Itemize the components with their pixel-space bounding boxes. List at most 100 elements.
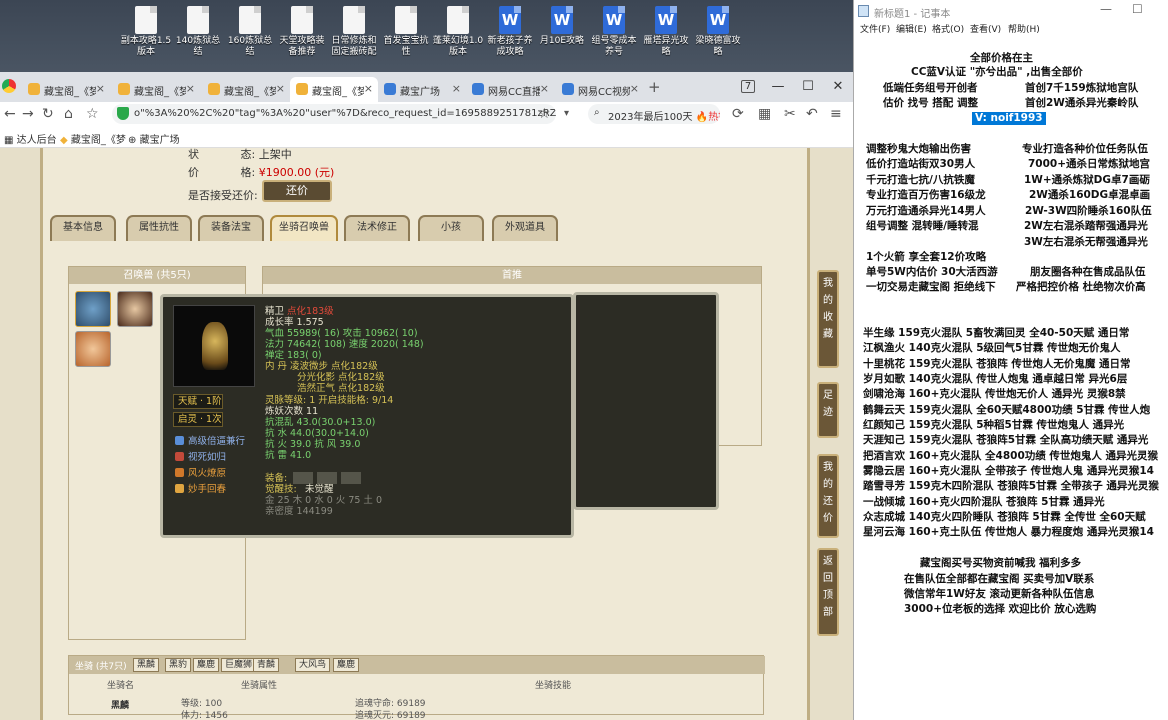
close-window-button[interactable]: ✕ — [823, 72, 853, 102]
notepad-line: 首创2W通杀异光秦岭队 — [1025, 97, 1139, 109]
mount-tab[interactable]: 巨魔狮 — [221, 658, 257, 672]
mount-tab[interactable]: 黑豹 — [165, 658, 192, 672]
desktop-icon[interactable]: 160炼狱总结 — [224, 6, 276, 58]
pet-skill[interactable]: 视死如归 — [175, 449, 226, 463]
equip-slot-2[interactable] — [317, 472, 337, 484]
dropdown-icon[interactable]: ▾ — [564, 108, 569, 119]
desktop-icon[interactable]: W 梁晓德富攻略 — [692, 6, 744, 58]
pet-resist-2: 抗 水 44.0(30.0+14.0) — [265, 428, 369, 439]
browser-tab[interactable]: 藏宝阁_《梦 × — [290, 77, 378, 102]
notepad-minimize-button[interactable]: — — [1100, 2, 1112, 16]
notepad-menu-item[interactable]: 格式(O) — [932, 22, 964, 35]
side-button[interactable]: 我的还价 — [817, 454, 839, 538]
mount-tab[interactable]: 大风鸟 — [295, 658, 331, 672]
notepad-maximize-button[interactable]: ☐ — [1132, 2, 1143, 16]
minimize-button[interactable]: — — [763, 72, 793, 102]
browser-tab[interactable]: 网易CC视频 × — [556, 77, 644, 102]
tab-close-icon[interactable]: × — [540, 82, 549, 95]
bookmark-item-1[interactable]: ▦ 达人后台 — [4, 131, 57, 146]
pet-thumb-1[interactable] — [75, 291, 111, 327]
desktop-icon[interactable]: 天堂攻略装备推荐 — [276, 6, 328, 58]
notepad-line: 半生缘 159克火混队 5畜牧满回灵 全40-50天赋 通日常 — [863, 327, 1130, 339]
desktop-icon[interactable]: W 月10E攻略 — [536, 6, 588, 47]
detail-tab[interactable]: 装备法宝 — [198, 215, 264, 241]
maximize-button[interactable]: ☐ — [793, 72, 823, 102]
back-icon[interactable]: ← — [4, 106, 16, 122]
detail-tab[interactable]: 小孩 — [418, 215, 484, 241]
mount-tab[interactable]: 麋鹿 — [333, 658, 360, 672]
notepad-menu-item[interactable]: 帮助(H) — [1008, 22, 1040, 35]
notepad-menu-item[interactable]: 文件(F) — [860, 22, 890, 35]
desktop-icon-label: 日常修炼和固定搬砖配 — [331, 36, 377, 57]
grid-icon[interactable]: ▦ — [758, 106, 771, 122]
detail-tab[interactable]: 外观道具 — [492, 215, 558, 241]
browser-tab[interactable]: 藏宝阁_《梦 × — [202, 77, 290, 102]
favorite-star-icon[interactable]: ☆ — [538, 106, 551, 122]
browser-logo-icon[interactable] — [2, 79, 16, 93]
browser-tab[interactable]: 网易CC直播 × — [466, 77, 554, 102]
detail-tab[interactable]: 坐骑召唤兽 — [270, 215, 338, 241]
refresh-icon[interactable]: ↻ — [42, 106, 54, 122]
equip-slot-3[interactable] — [341, 472, 361, 484]
browser-tab[interactable]: 藏宝阁_《梦 × — [22, 77, 110, 102]
notepad-line: 一切交易走藏宝阁 拒绝线下 — [866, 281, 996, 293]
tab-count-label: 7 — [740, 80, 756, 93]
bookmark-star-icon[interactable]: ☆ — [86, 106, 99, 122]
browser-tab[interactable]: 藏宝广场 × — [378, 77, 466, 102]
mount-tab[interactable]: 黑麟 — [133, 658, 160, 672]
pet-refine-count: 炼妖次数 11 — [265, 406, 319, 417]
desktop-icon[interactable]: 蓬莱幻境1.0版本 — [432, 6, 484, 58]
notepad-menu-item[interactable]: 查看(V) — [970, 22, 1001, 35]
desktop-icon[interactable]: W 新老孩子养成攻略 — [484, 6, 536, 58]
side-button[interactable]: 我的收藏 — [817, 270, 839, 368]
equip-slot-1[interactable] — [293, 472, 313, 484]
desktop-icon[interactable]: W 雁塔异光攻略 — [640, 6, 692, 58]
tab-close-icon[interactable]: × — [364, 82, 373, 95]
new-tab-button[interactable]: + — [648, 78, 661, 96]
desktop-icon[interactable]: 副本攻略1.5版本 — [120, 6, 172, 58]
scissors-icon[interactable]: ✂ — [784, 106, 796, 122]
menu-icon[interactable]: ≡ — [830, 106, 842, 122]
detail-tab[interactable]: 属性抗性 — [126, 215, 192, 241]
side-button-char: 返 — [823, 556, 833, 567]
tab-close-icon[interactable]: × — [186, 82, 195, 95]
notepad-menu-item[interactable]: 编辑(E) — [896, 22, 927, 35]
home-icon[interactable]: ⌂ — [64, 106, 73, 122]
address-bar[interactable]: o"%3A%20%2C%20"tag"%3A%20"user"%7D&reco_… — [112, 104, 556, 124]
tab-close-icon[interactable]: × — [630, 82, 639, 95]
bookmark-item-3[interactable]: ⊕ 藏宝广场 — [128, 131, 180, 146]
pet-thumb-3[interactable] — [75, 331, 111, 367]
extension-icon[interactable]: ⟳ — [732, 106, 744, 122]
bookmark-item-2[interactable]: ◆ 藏宝阁_《梦 — [60, 131, 126, 146]
tab-count-badge[interactable]: 7 — [733, 72, 763, 102]
mount-tab[interactable]: 麋鹿 — [193, 658, 220, 672]
desktop-icon[interactable]: 日常修炼和固定搬砖配 — [328, 6, 380, 58]
side-button[interactable]: 足迹 — [817, 382, 839, 438]
counter-offer-button[interactable]: 还价 — [262, 180, 332, 202]
notepad-line: 1个火箭 享全套12价攻略 — [866, 251, 987, 263]
detail-tab[interactable]: 基本信息 — [50, 215, 116, 241]
side-button[interactable]: 返回顶部 — [817, 548, 839, 636]
pet-skill[interactable]: 风火燎原 — [175, 465, 226, 479]
pet-skill[interactable]: 高级倍逼兼行 — [175, 433, 245, 447]
desktop-icon[interactable]: 140炼狱总结 — [172, 6, 224, 58]
pet-tooltip: 精卫 点化183级 成长率 1.575 气血 55989( 16) 攻击 109… — [160, 294, 574, 538]
search-box[interactable]: ⌕ 2023年最后100天 🔥热搜 — [588, 104, 720, 124]
notepad-line: 组号调整 混转睡/睡转混 — [866, 220, 979, 232]
tab-close-icon[interactable]: × — [452, 82, 461, 95]
browser-tab[interactable]: 藏宝阁_《梦 × — [112, 77, 200, 102]
notepad-line: 7000+通杀日常炼狱地宫 — [1028, 158, 1151, 170]
undo-icon[interactable]: ↶ — [806, 106, 818, 122]
tab-close-icon[interactable]: × — [276, 82, 285, 95]
tab-close-icon[interactable]: × — [96, 82, 105, 95]
detail-tab[interactable]: 法术修正 — [344, 215, 410, 241]
pet-thumb-2[interactable] — [117, 291, 153, 327]
pet-skill[interactable]: 妙手回春 — [175, 481, 226, 495]
desktop-icon-label: 梁晓德富攻略 — [695, 36, 741, 57]
mount-tab[interactable]: 青麟 — [253, 658, 280, 672]
notepad-text-area[interactable]: 全部价格在主 CC蓝V认证 "亦兮出品" ,出售全部价 低端任务组号开创者 首创7千1… — [854, 36, 1168, 720]
tab-label: 网易CC视频 — [578, 87, 630, 98]
forward-icon[interactable]: → — [22, 106, 34, 122]
desktop-icon[interactable]: W 组号零成本养号 — [588, 6, 640, 58]
desktop-icon[interactable]: 首发宝宝抗性 — [380, 6, 432, 58]
